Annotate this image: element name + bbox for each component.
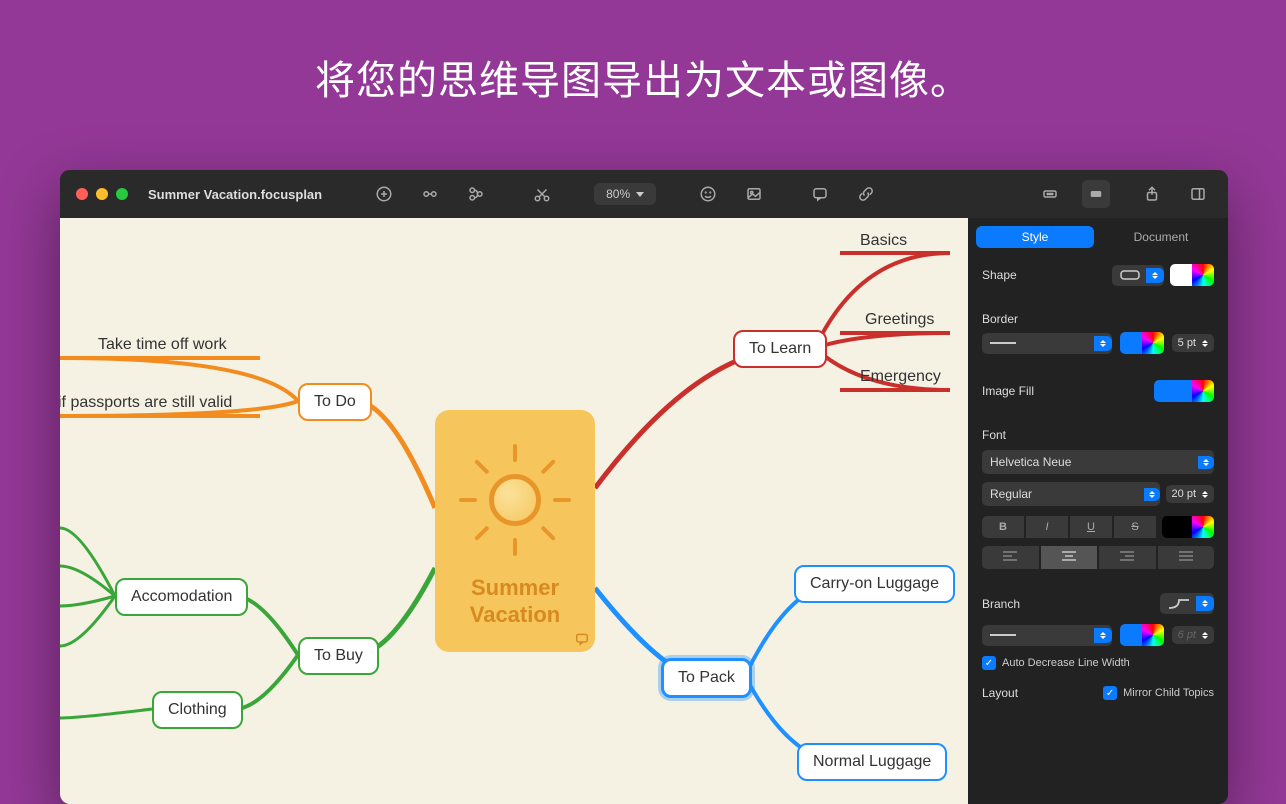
section-branch: Branch 6 pt ✓ Auto Decrease — [968, 585, 1228, 678]
page-headline: 将您的思维导图导出为文本或图像。 — [0, 0, 1286, 106]
image-fill-color-picker[interactable] — [1154, 380, 1214, 402]
section-border: Border 5 pt — [968, 304, 1228, 372]
branch-color-picker[interactable] — [1120, 624, 1164, 646]
content-area: Summer Vacation To Do Take time off work… — [60, 218, 1228, 804]
toggle-sidebar-button[interactable] — [1184, 180, 1212, 208]
branch-line-select[interactable] — [982, 625, 1112, 646]
node-tolearn[interactable]: To Learn — [733, 330, 827, 368]
mirror-topics-checkbox[interactable]: ✓ Mirror Child Topics — [1103, 686, 1214, 700]
toolbar-group-view — [1036, 180, 1110, 208]
toolbar-group-create — [370, 180, 490, 208]
cut-connection-button[interactable] — [528, 180, 556, 208]
node-todo[interactable]: To Do — [298, 383, 372, 421]
inspector-tabs: Style Document — [968, 218, 1228, 256]
align-right-button[interactable] — [1099, 546, 1156, 569]
image-button[interactable] — [740, 180, 768, 208]
leaf-greetings[interactable]: Greetings — [865, 311, 934, 329]
align-center-button[interactable] — [1041, 546, 1098, 569]
node-label: To Do — [314, 393, 356, 410]
window-title: Summer Vacation.focusplan — [148, 187, 322, 202]
image-fill-label: Image Fill — [982, 384, 1034, 398]
shape-select[interactable] — [1112, 265, 1164, 286]
more-button[interactable] — [1036, 180, 1064, 208]
node-normal[interactable]: Normal Luggage — [797, 743, 947, 781]
section-image-fill: Image Fill — [968, 372, 1228, 420]
font-family-select[interactable]: Helvetica Neue — [982, 450, 1214, 474]
titlebar: Summer Vacation.focusplan 80% — [60, 170, 1228, 218]
auto-decrease-checkbox[interactable]: ✓ Auto Decrease Line Width — [982, 656, 1214, 670]
maximize-window-button[interactable] — [116, 188, 128, 200]
mindmap-canvas[interactable]: Summer Vacation To Do Take time off work… — [60, 218, 968, 804]
mirror-topics-label: Mirror Child Topics — [1123, 687, 1214, 699]
align-justify-button[interactable] — [1158, 546, 1215, 569]
border-style-select[interactable] — [982, 333, 1112, 354]
auto-decrease-label: Auto Decrease Line Width — [1002, 657, 1130, 669]
toolbar-group-window — [1138, 180, 1212, 208]
branch-shape-select[interactable] — [1160, 593, 1214, 614]
node-tobuy[interactable]: To Buy — [298, 637, 379, 675]
shape-color-picker[interactable] — [1170, 264, 1214, 286]
node-label: To Learn — [749, 340, 811, 357]
section-shape: Shape — [968, 256, 1228, 304]
toolbar-group-attach — [806, 180, 880, 208]
branch-width-stepper[interactable]: 6 pt — [1172, 626, 1214, 644]
bold-button[interactable]: B — [982, 516, 1024, 538]
section-layout: Layout ✓ Mirror Child Topics — [968, 678, 1228, 718]
leaf-passports[interactable]: if passports are still valid — [60, 394, 232, 412]
underline-button[interactable]: U — [1070, 516, 1112, 538]
check-icon: ✓ — [982, 656, 996, 670]
leaf-emergency[interactable]: Emergency — [860, 368, 941, 386]
section-font: Font Helvetica Neue Regular 20 pt B I U — [968, 420, 1228, 585]
leaf-take-time-off[interactable]: Take time off work — [98, 336, 227, 354]
font-weight-select[interactable]: Regular — [982, 482, 1160, 506]
border-label: Border — [982, 312, 1214, 326]
branch-label: Branch — [982, 597, 1020, 611]
border-color-picker[interactable] — [1120, 332, 1164, 354]
central-topic[interactable]: Summer Vacation — [435, 410, 595, 652]
add-child-button[interactable] — [462, 180, 490, 208]
tab-document[interactable]: Document — [1102, 226, 1220, 248]
strike-button[interactable]: S — [1114, 516, 1156, 538]
border-width-stepper[interactable]: 5 pt — [1172, 334, 1214, 352]
font-color-picker[interactable] — [1162, 516, 1214, 538]
node-carryon[interactable]: Carry-on Luggage — [794, 565, 955, 603]
tab-style[interactable]: Style — [976, 226, 1094, 248]
toolbar-group-edit — [528, 180, 556, 208]
check-icon: ✓ — [1103, 686, 1117, 700]
note-indicator-icon — [575, 632, 589, 646]
toolbar-group-insert — [694, 180, 768, 208]
add-sibling-button[interactable] — [416, 180, 444, 208]
node-accomodation[interactable]: Accomodation — [115, 578, 248, 616]
font-label: Font — [982, 428, 1214, 442]
central-topic-label: Summer Vacation — [470, 575, 560, 628]
align-left-button[interactable] — [982, 546, 1039, 569]
node-topack[interactable]: To Pack — [661, 658, 752, 698]
share-button[interactable] — [1138, 180, 1166, 208]
minimize-window-button[interactable] — [96, 188, 108, 200]
shape-label: Shape — [982, 268, 1017, 282]
node-label: Carry-on Luggage — [810, 575, 939, 592]
app-window: Summer Vacation.focusplan 80% — [60, 170, 1228, 804]
node-label: Clothing — [168, 701, 227, 718]
traffic-lights — [76, 188, 128, 200]
node-clothing[interactable]: Clothing — [152, 691, 243, 729]
leaf-basics[interactable]: Basics — [860, 232, 907, 250]
note-button[interactable] — [806, 180, 834, 208]
node-label: Normal Luggage — [813, 753, 931, 770]
layout-label: Layout — [982, 686, 1018, 700]
zoom-dropdown[interactable]: 80% — [594, 183, 656, 205]
node-label: To Pack — [678, 669, 735, 686]
sun-icon — [465, 450, 565, 550]
link-button[interactable] — [852, 180, 880, 208]
tag-button[interactable] — [1082, 180, 1110, 208]
add-topic-button[interactable] — [370, 180, 398, 208]
italic-button[interactable]: I — [1026, 516, 1068, 538]
node-label: Accomodation — [131, 588, 232, 605]
inspector-sidebar: Style Document Shape Border — [968, 218, 1228, 804]
close-window-button[interactable] — [76, 188, 88, 200]
emoji-button[interactable] — [694, 180, 722, 208]
node-label: To Buy — [314, 647, 363, 664]
font-size-stepper[interactable]: 20 pt — [1166, 485, 1214, 503]
